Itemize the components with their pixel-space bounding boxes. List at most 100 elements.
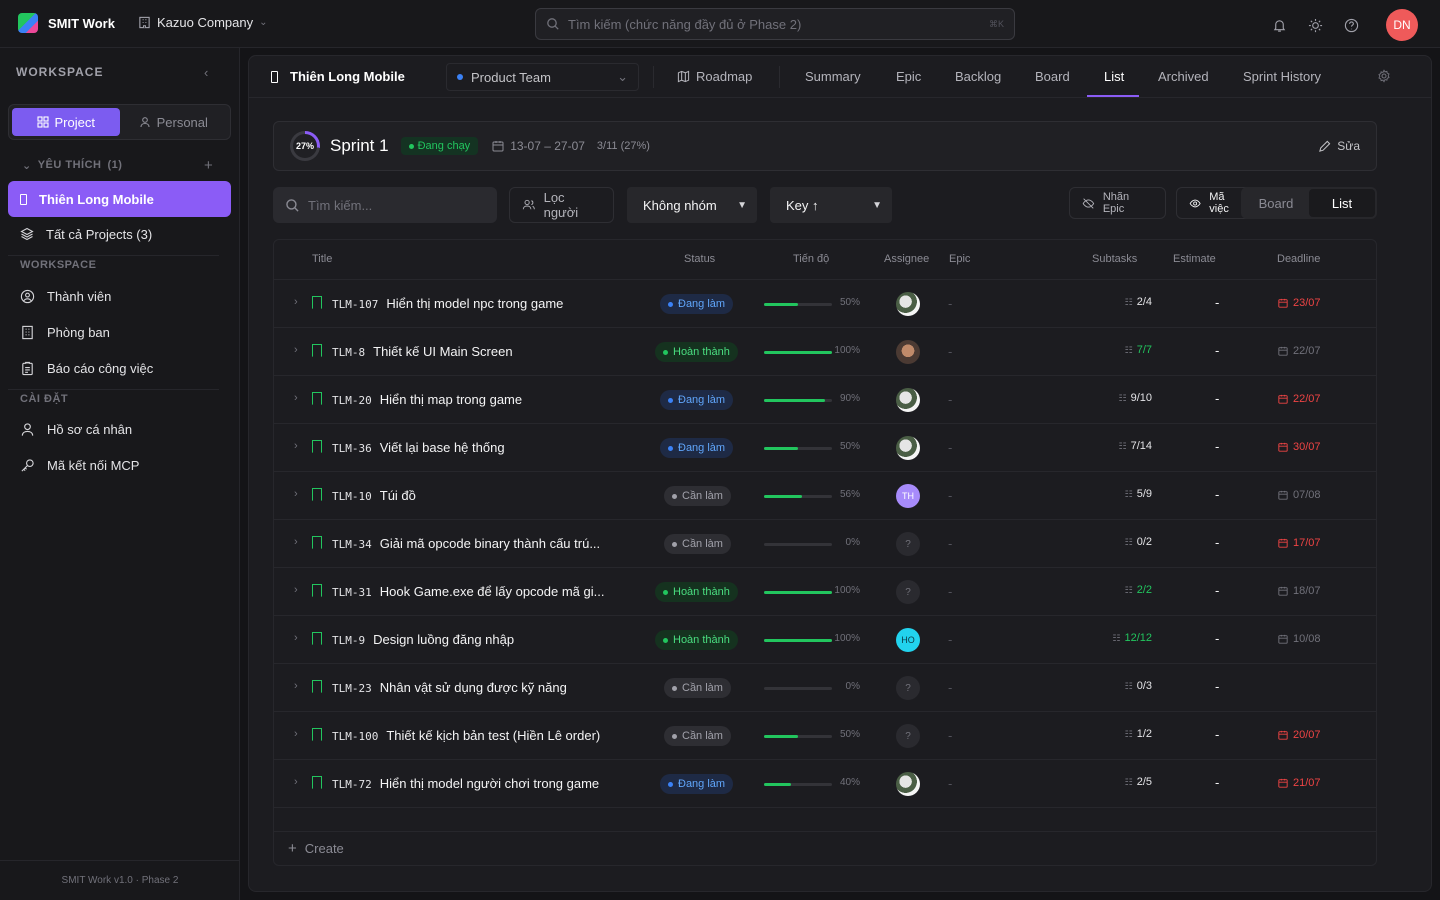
status-badge[interactable]: Đang làm bbox=[660, 294, 734, 314]
task-title[interactable]: TLM-72 Hiển thị model người chơi trong ga… bbox=[332, 776, 599, 791]
gear-icon[interactable] bbox=[1377, 69, 1391, 83]
assignee-avatar[interactable]: ? bbox=[896, 532, 920, 556]
status-badge[interactable]: Đang làm bbox=[660, 774, 734, 794]
assignee-avatar[interactable]: ? bbox=[896, 676, 920, 700]
task-title[interactable]: TLM-8 Thiết kế UI Main Screen bbox=[332, 344, 513, 359]
expand-chevron-icon[interactable]: › bbox=[294, 632, 298, 644]
favorites-header[interactable]: ⌄ YÊU THÍCH (1) bbox=[22, 159, 122, 172]
tab-backlog[interactable]: Backlog bbox=[955, 69, 1001, 84]
expand-chevron-icon[interactable]: › bbox=[294, 296, 298, 308]
view-list-button[interactable]: List bbox=[1309, 189, 1375, 217]
task-title[interactable]: TLM-10 Túi đồ bbox=[332, 488, 416, 503]
table-row[interactable]: › TLM-23 Nhân vật sử dụng được kỹ năng Cần … bbox=[274, 664, 1376, 712]
tab-summary[interactable]: Summary bbox=[805, 69, 861, 84]
create-task-button[interactable]: + Create bbox=[274, 831, 1376, 865]
global-search-input[interactable]: Tìm kiếm (chức năng đầy đủ ở Phase 2) ⌘K bbox=[535, 8, 1015, 40]
assignee-avatar[interactable]: ? bbox=[896, 580, 920, 604]
view-board-button[interactable]: Board bbox=[1243, 189, 1309, 217]
expand-chevron-icon[interactable]: › bbox=[294, 680, 298, 692]
sun-icon[interactable] bbox=[1306, 16, 1324, 34]
assignee-avatar[interactable] bbox=[896, 436, 920, 460]
expand-chevron-icon[interactable]: › bbox=[294, 488, 298, 500]
status-badge[interactable]: Cần làm bbox=[664, 678, 731, 698]
help-icon[interactable] bbox=[1342, 16, 1360, 34]
add-favorite-icon[interactable]: + bbox=[204, 157, 213, 174]
sidebar-item-work-report[interactable]: Báo cáo công việc bbox=[8, 350, 231, 386]
table-row[interactable]: › TLM-20 Hiển thị map trong game Đang làm 90… bbox=[274, 376, 1376, 424]
group-select[interactable]: Không nhóm ▼ bbox=[627, 187, 757, 223]
status-badge[interactable]: Hoàn thành bbox=[655, 630, 738, 650]
tab-board[interactable]: Board bbox=[1035, 69, 1070, 84]
company-switcher[interactable]: Kazuo Company ⌄ bbox=[138, 15, 268, 30]
task-title[interactable]: TLM-107 Hiển thị model npc trong game bbox=[332, 296, 563, 311]
edit-sprint-button[interactable]: Sửa bbox=[1318, 139, 1360, 153]
table-row[interactable]: › TLM-8 Thiết kế UI Main Screen Hoàn thành 1… bbox=[274, 328, 1376, 376]
task-title[interactable]: TLM-9 Design luồng đăng nhập bbox=[332, 632, 514, 647]
assignee-avatar[interactable]: TH bbox=[896, 484, 920, 508]
task-title[interactable]: TLM-36 Viết lại base hệ thống bbox=[332, 440, 505, 455]
sidebar-item-all-projects[interactable]: Tất cả Projects (3) bbox=[8, 216, 231, 252]
sidebar-item-departments[interactable]: Phòng ban bbox=[8, 314, 231, 350]
task-title[interactable]: TLM-23 Nhân vật sử dụng được kỹ năng bbox=[332, 680, 567, 695]
sidebar-item-members[interactable]: Thành viên bbox=[8, 278, 231, 314]
column-subtasks[interactable]: Subtasks bbox=[1092, 253, 1137, 265]
tab-list[interactable]: List bbox=[1104, 69, 1124, 84]
sidebar-item-profile[interactable]: Hồ sơ cá nhân bbox=[8, 411, 231, 447]
table-row[interactable]: › TLM-72 Hiển thị model người chơi trong g… bbox=[274, 760, 1376, 808]
status-badge[interactable]: Đang làm bbox=[660, 438, 734, 458]
column-deadline[interactable]: Deadline bbox=[1277, 253, 1320, 265]
status-badge[interactable]: Đang làm bbox=[660, 390, 734, 410]
table-row[interactable]: › TLM-9 Design luồng đăng nhập Hoàn thành 10… bbox=[274, 616, 1376, 664]
status-badge[interactable]: Hoàn thành bbox=[655, 582, 738, 602]
sort-select[interactable]: Key ↑ ▼ bbox=[770, 187, 892, 223]
table-row[interactable]: › TLM-10 Túi đồ Cần làm 56% TH - ☷ 5/9 - 07/08 bbox=[274, 472, 1376, 520]
user-avatar[interactable]: DN bbox=[1386, 9, 1418, 41]
expand-chevron-icon[interactable]: › bbox=[294, 728, 298, 740]
column-estimate[interactable]: Estimate bbox=[1173, 253, 1216, 265]
team-dropdown[interactable]: Product Team ⌄ bbox=[446, 63, 639, 91]
assignee-avatar[interactable] bbox=[896, 340, 920, 364]
task-title[interactable]: TLM-34 Giải mã opcode binary thành cấu tr… bbox=[332, 536, 600, 551]
expand-chevron-icon[interactable]: › bbox=[294, 392, 298, 404]
expand-chevron-icon[interactable]: › bbox=[294, 344, 298, 356]
column-epic[interactable]: Epic bbox=[949, 253, 970, 265]
assignee-avatar[interactable]: HO bbox=[896, 628, 920, 652]
segment-personal[interactable]: Personal bbox=[120, 108, 228, 136]
tab-roadmap[interactable]: Roadmap bbox=[677, 69, 752, 84]
status-badge[interactable]: Cần làm bbox=[664, 486, 731, 506]
bell-icon[interactable] bbox=[1270, 16, 1288, 34]
app-logo[interactable] bbox=[18, 13, 38, 33]
expand-chevron-icon[interactable]: › bbox=[294, 536, 298, 548]
assignee-avatar[interactable] bbox=[896, 388, 920, 412]
assignee-avatar[interactable] bbox=[896, 772, 920, 796]
collapse-sidebar-icon[interactable]: ‹ bbox=[204, 65, 208, 80]
column-title[interactable]: Title bbox=[312, 253, 332, 265]
column-progress[interactable]: Tiến độ bbox=[793, 253, 829, 265]
task-title[interactable]: TLM-20 Hiển thị map trong game bbox=[332, 392, 522, 407]
tab-sprint-history[interactable]: Sprint History bbox=[1243, 69, 1321, 84]
tab-epic[interactable]: Epic bbox=[896, 69, 921, 84]
assignee-avatar[interactable] bbox=[896, 292, 920, 316]
filter-people-button[interactable]: Lọc người bbox=[509, 187, 614, 223]
sidebar-item-thien-long-mobile[interactable]: Thiên Long Mobile bbox=[8, 181, 231, 217]
status-badge[interactable]: Cần làm bbox=[664, 534, 731, 554]
expand-chevron-icon[interactable]: › bbox=[294, 584, 298, 596]
app-name[interactable]: SMIT Work bbox=[48, 16, 115, 31]
table-row[interactable]: › TLM-36 Viết lại base hệ thống Đang làm 50%… bbox=[274, 424, 1376, 472]
table-row[interactable]: › TLM-107 Hiển thị model npc trong game Đan… bbox=[274, 280, 1376, 328]
task-title[interactable]: TLM-100 Thiết kế kịch bản test (Hiền Lê o… bbox=[332, 728, 600, 743]
status-badge[interactable]: Cần làm bbox=[664, 726, 731, 746]
segment-project[interactable]: Project bbox=[12, 108, 120, 136]
expand-chevron-icon[interactable]: › bbox=[294, 440, 298, 452]
table-row[interactable]: › TLM-31 Hook Game.exe để lấy opcode mã gi… bbox=[274, 568, 1376, 616]
table-row[interactable]: › TLM-100 Thiết kế kịch bản test (Hiền Lê … bbox=[274, 712, 1376, 760]
task-search-input[interactable]: Tìm kiếm... bbox=[273, 187, 497, 223]
assignee-avatar[interactable]: ? bbox=[896, 724, 920, 748]
epic-label-toggle[interactable]: Nhãn Epic bbox=[1069, 187, 1166, 219]
tab-archived[interactable]: Archived bbox=[1158, 69, 1209, 84]
column-status[interactable]: Status bbox=[684, 253, 715, 265]
sidebar-item-mcp-key[interactable]: Mã kết nối MCP bbox=[8, 447, 231, 483]
expand-chevron-icon[interactable]: › bbox=[294, 776, 298, 788]
task-title[interactable]: TLM-31 Hook Game.exe để lấy opcode mã gi.… bbox=[332, 584, 604, 599]
status-badge[interactable]: Hoàn thành bbox=[655, 342, 738, 362]
